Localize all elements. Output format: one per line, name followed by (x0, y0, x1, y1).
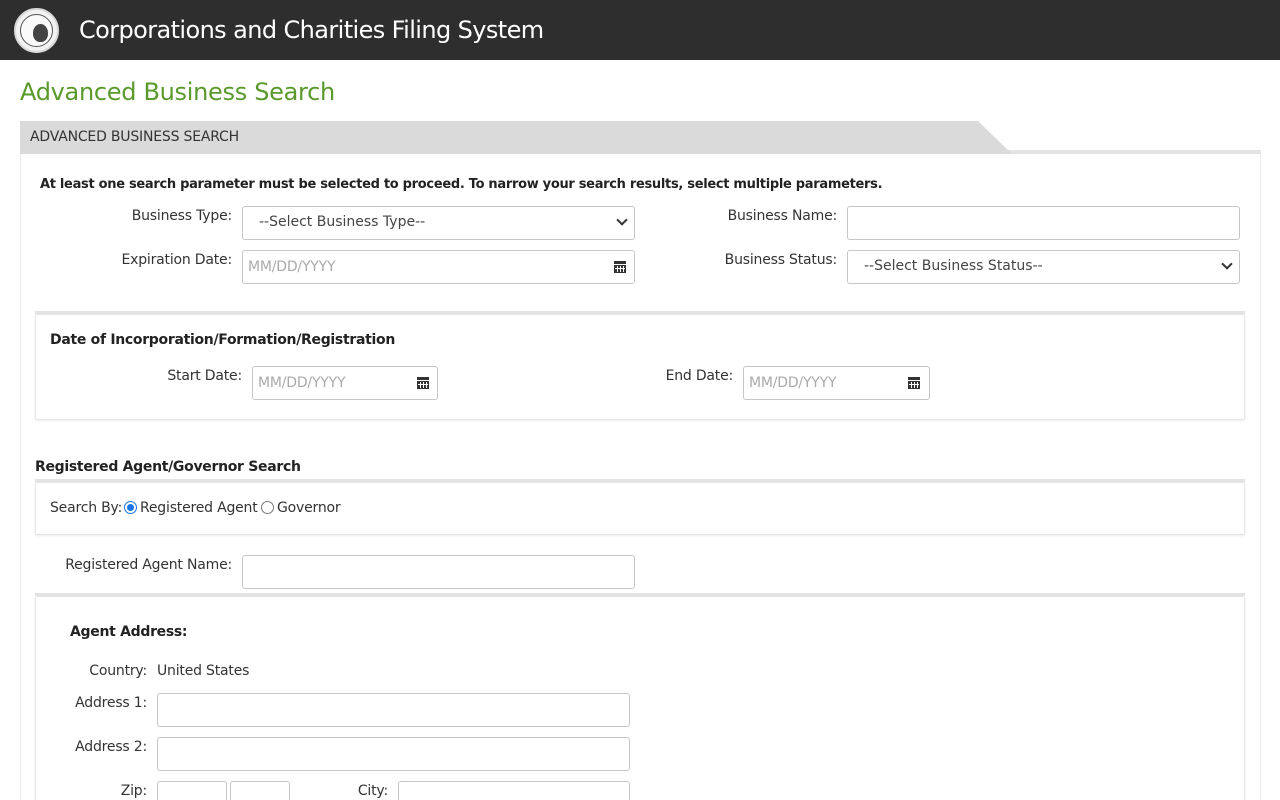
business-name-input[interactable] (847, 206, 1240, 240)
expiration-date-input[interactable]: MM/DD/YYYY (242, 250, 635, 284)
chevron-down-icon (1221, 258, 1233, 270)
address2-input[interactable] (157, 737, 630, 771)
incorporation-box (35, 314, 1245, 420)
agent-search-heading: Registered Agent/Governor Search (35, 459, 301, 475)
business-status-select[interactable]: --Select Business Status-- (847, 250, 1240, 284)
end-date-placeholder: MM/DD/YYYY (749, 375, 837, 391)
page-title: Advanced Business Search (20, 78, 335, 106)
start-date-placeholder: MM/DD/YYYY (258, 375, 346, 391)
business-type-select[interactable]: --Select Business Type-- (242, 206, 635, 240)
business-type-label: Business Type: (131, 208, 232, 224)
governor-option-label[interactable]: Governor (277, 500, 341, 516)
state-seal-logo[interactable] (14, 8, 59, 53)
country-label: Country: (89, 663, 147, 679)
expiration-date-label: Expiration Date: (121, 252, 233, 268)
end-date-input[interactable]: MM/DD/YYYY (743, 366, 930, 400)
business-status-label: Business Status: (724, 252, 838, 268)
panel-heading: ADVANCED BUSINESS SEARCH (30, 129, 239, 145)
registered-agent-name-label: Registered Agent Name: (65, 557, 232, 573)
country-value: United States (157, 663, 250, 679)
registered-agent-radio[interactable] (124, 501, 137, 514)
city-label: City: (357, 783, 388, 799)
calendar-icon[interactable] (614, 261, 626, 273)
expiration-date-placeholder: MM/DD/YYYY (248, 259, 336, 275)
incorporation-heading: Date of Incorporation/Formation/Registra… (50, 332, 395, 348)
start-date-label: Start Date: (167, 368, 242, 384)
seal-ring (20, 14, 53, 47)
address1-input[interactable] (157, 693, 630, 727)
zip-extension-input[interactable] (230, 781, 290, 800)
calendar-icon[interactable] (417, 377, 429, 389)
chevron-down-icon (616, 214, 628, 226)
registered-agent-name-input[interactable] (242, 555, 635, 589)
start-date-input[interactable]: MM/DD/YYYY (252, 366, 438, 400)
business-type-value: --Select Business Type-- (259, 214, 426, 230)
end-date-label: End Date: (665, 368, 734, 384)
address2-label: Address 2: (75, 739, 147, 755)
app-header: Corporations and Charities Filing System (0, 0, 1280, 60)
agent-address-heading: Agent Address: (70, 624, 188, 640)
business-name-label: Business Name: (727, 208, 838, 224)
city-input[interactable] (398, 781, 630, 800)
agent-search-heading-text: Registered Agent/Governor Search (35, 459, 301, 475)
zip-input[interactable] (157, 781, 227, 800)
address1-label: Address 1: (75, 695, 147, 711)
seal-portrait (33, 24, 48, 42)
business-status-value: --Select Business Status-- (864, 258, 1043, 274)
zip-label: Zip: (120, 783, 147, 799)
search-instruction: At least one search parameter must be se… (40, 177, 883, 192)
governor-radio[interactable] (261, 501, 274, 514)
registered-agent-option-label[interactable]: Registered Agent (140, 500, 258, 516)
search-by-label: Search By: (50, 500, 123, 516)
calendar-icon[interactable] (908, 377, 920, 389)
app-title[interactable]: Corporations and Charities Filing System (79, 16, 544, 44)
panel-header: ADVANCED BUSINESS SEARCH (20, 121, 1261, 154)
